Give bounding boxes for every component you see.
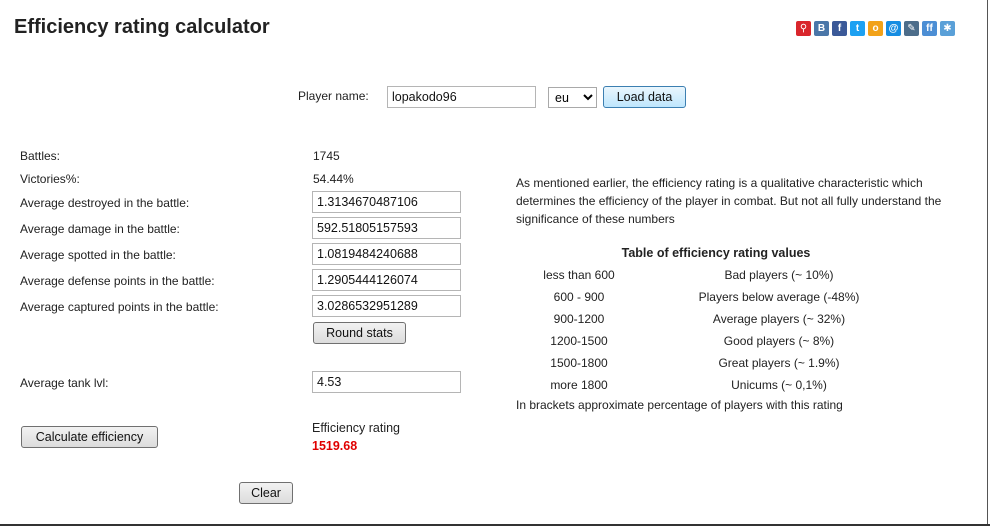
running-man-icon[interactable]: ⚲ (796, 21, 811, 36)
twitter-icon[interactable]: t (850, 21, 865, 36)
odnoklassniki-icon[interactable]: o (868, 21, 883, 36)
mailru-icon[interactable]: @ (886, 21, 901, 36)
tank-level-input[interactable] (312, 371, 461, 393)
destroyed-input[interactable] (312, 191, 461, 213)
captured-label: Average captured points in the battle: (20, 300, 219, 314)
rating-description: Bad players (~ 10%) (724, 268, 834, 282)
captured-input[interactable] (312, 295, 461, 317)
facebook-icon[interactable]: f (832, 21, 847, 36)
friendfeed-icon[interactable]: ff (922, 21, 937, 36)
rating-range: 900-1200 (553, 312, 605, 326)
victories-label: Victories%: (20, 172, 80, 186)
rating-table-row: more 1800 Unicums (~ 0,1%) (516, 378, 916, 400)
clear-button[interactable]: Clear (239, 482, 293, 504)
rating-table-row: less than 600 Bad players (~ 10%) (516, 268, 916, 290)
rating-table-row: 1500-1800 Great players (~ 1.9%) (516, 356, 916, 378)
server-select[interactable]: eu (548, 87, 597, 108)
spotted-input[interactable] (312, 243, 461, 265)
rating-table-row: 900-1200 Average players (~ 32%) (516, 312, 916, 334)
load-data-button[interactable]: Load data (603, 86, 686, 108)
info-text: As mentioned earlier, the efficiency rat… (516, 176, 942, 226)
share-bar: ⚲ Bf t o @ ✎ ff ✱ (796, 21, 955, 36)
rating-range: 1200-1500 (550, 334, 608, 348)
rating-range: more 1800 (550, 378, 608, 392)
rating-table-title: Table of efficiency rating values (621, 246, 811, 260)
destroyed-label: Average destroyed in the battle: (20, 196, 190, 210)
victories-value: 54.44% (313, 172, 354, 186)
rating-description: Players below average (-48%) (698, 290, 860, 304)
battles-value: 1745 (313, 149, 340, 163)
player-name-input[interactable] (387, 86, 536, 108)
rating-description: Good players (~ 8%) (723, 334, 835, 348)
rating-range: 1500-1800 (550, 356, 608, 370)
spotted-label: Average spotted in the battle: (20, 248, 176, 262)
rating-table-row: 600 - 900 Players below average (-48%) (516, 290, 916, 312)
battles-label: Battles: (20, 149, 61, 163)
defense-label: Average defense points in the battle: (20, 274, 215, 288)
rating-range: 600 - 900 (553, 290, 605, 304)
vk-icon[interactable]: B (814, 21, 829, 36)
livejournal-icon[interactable]: ✎ (904, 21, 919, 36)
rating-description: Unicums (~ 0,1%) (731, 378, 827, 392)
rating-table-note: In brackets approximate percentage of pl… (516, 398, 843, 412)
rating-table-row: 1200-1500 Good players (~ 8%) (516, 334, 916, 356)
defense-input[interactable] (312, 269, 461, 291)
tank-level-label: Average tank lvl: (20, 376, 109, 390)
window-border-right (987, 0, 988, 526)
damage-input[interactable] (312, 217, 461, 239)
rating-description: Great players (~ 1.9%) (718, 356, 840, 370)
page-title: Efficiency rating calculator (14, 16, 270, 38)
efficiency-rating-value: 1519.68 (312, 439, 358, 453)
player-name-label: Player name: (298, 89, 369, 103)
round-stats-button[interactable]: Round stats (313, 322, 406, 344)
damage-label: Average damage in the battle: (20, 222, 180, 236)
rating-description: Average players (~ 32%) (712, 312, 846, 326)
rating-range: less than 600 (543, 268, 615, 282)
efficiency-rating-label: Efficiency rating (312, 421, 401, 435)
calculate-efficiency-button[interactable]: Calculate efficiency (21, 426, 158, 448)
more-icon[interactable]: ✱ (940, 21, 955, 36)
